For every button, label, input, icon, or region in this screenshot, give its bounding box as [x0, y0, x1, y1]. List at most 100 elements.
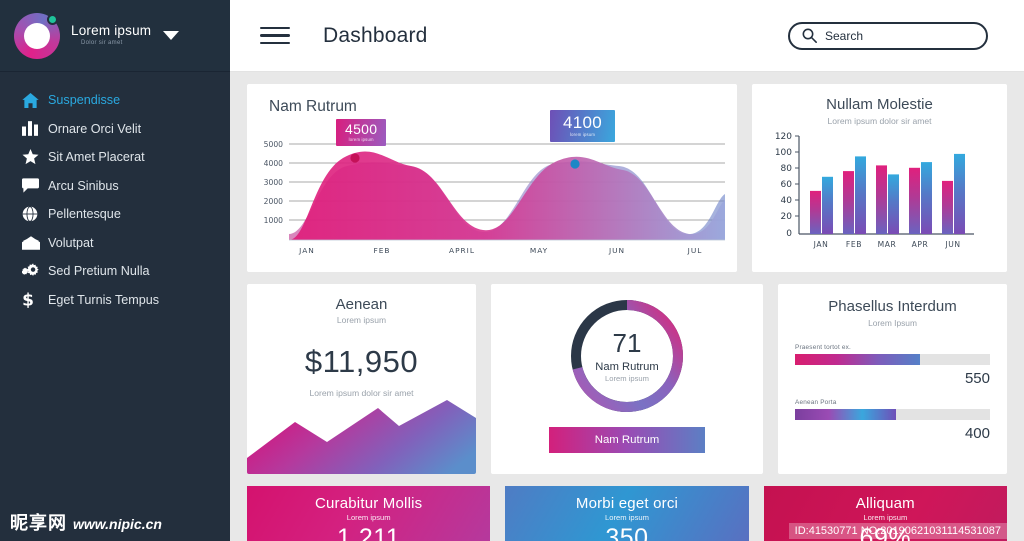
sidebar-item-sit-amet-placerat[interactable]: Sit Amet Placerat [0, 143, 230, 172]
row-stats: Aenean Lorem ipsum $11,950 Lorem ipsum d… [247, 284, 1007, 474]
progress-track [795, 409, 990, 420]
svg-text:MAY: MAY [530, 246, 548, 255]
card-nam-rutrum-donut: 71 Nam Rutrum Lorem ipsum Nam Rutrum [491, 284, 763, 474]
card-title: Phasellus Interdum [828, 298, 957, 315]
card-phasellus-interdum: Phasellus Interdum Lorem Ipsum Praesent … [778, 284, 1007, 474]
svg-text:80: 80 [781, 164, 793, 174]
row-kpis: Curabitur Mollis Lorem ipsum 1,211 Morbi… [247, 486, 1007, 541]
sidebar-item-pellentesque[interactable]: Pellentesque [0, 200, 230, 229]
sidebar-item-ornare-orci-velit[interactable]: Ornare Orci Velit [0, 115, 230, 144]
svg-text:APR: APR [912, 240, 929, 249]
svg-text:JAN: JAN [813, 240, 829, 249]
search-box[interactable] [788, 21, 988, 50]
chat-icon [22, 178, 48, 193]
tooltip-4500: 4500 lorem ipsum [336, 119, 387, 147]
y-axis-labels: 5000 4000 3000 2000 1000 [264, 140, 283, 225]
kpi-card-curabitur-mollis[interactable]: Curabitur Mollis Lorem ipsum 1,211 [247, 486, 491, 541]
brand-subtitle: Dolor sir amet [81, 40, 123, 47]
dashboard-app: Lorem ipsum Dolor sir amet Suspendisse O… [0, 0, 1024, 541]
mountain-chart [247, 400, 476, 474]
svg-text:$: $ [22, 291, 34, 308]
nam-rutrum-button[interactable]: Nam Rutrum [549, 427, 705, 453]
envelope-icon [22, 236, 48, 250]
svg-text:3000: 3000 [264, 178, 283, 187]
progress-value: 550 [964, 370, 990, 387]
svg-text:FEB: FEB [374, 246, 391, 255]
svg-text:100: 100 [775, 148, 792, 158]
svg-text:120: 120 [775, 132, 792, 142]
kpi-subtitle: Lorem ipsum [863, 513, 908, 522]
donut-center-text: 71 Nam Rutrum Lorem ipsum [568, 297, 686, 415]
progress-item: Praesent tortot ex. 550 [795, 344, 990, 387]
svg-text:1000: 1000 [264, 216, 283, 225]
sidebar-item-label: Eget Turnis Tempus [48, 292, 160, 307]
progress-item: Aenean Porta 400 [795, 399, 990, 442]
sidebar-item-sed-pretium-nulla[interactable]: Sed Pretium Nulla [0, 257, 230, 286]
bar-chart-icon [22, 121, 48, 137]
svg-text:JUN: JUN [944, 240, 960, 249]
area-chart: 5000 4000 3000 2000 1000 JAN FEB APRIL M… [247, 110, 737, 267]
x-axis-labels: JAN FEB MAR APR JUN [813, 240, 960, 249]
y-axis-labels: 120 100 80 60 40 20 0 [775, 132, 792, 239]
sidebar-item-eget-turnis-tempus[interactable]: $ Eget Turnis Tempus [0, 286, 230, 315]
tooltip-subtext: lorem ipsum [348, 137, 374, 142]
bars [810, 153, 965, 234]
site-watermark-cn: 昵享网 [10, 513, 67, 534]
sidebar-item-arcu-sinibus[interactable]: Arcu Sinibus [0, 172, 230, 201]
search-icon [802, 28, 817, 43]
card-subtitle: Lorem ipsum [336, 315, 387, 325]
sidebar: Lorem ipsum Dolor sir amet Suspendisse O… [0, 0, 230, 541]
data-point-4500 [350, 153, 360, 163]
brand-title: Lorem ipsum [71, 23, 152, 39]
sidebar-item-label: Sit Amet Placerat [48, 150, 145, 165]
svg-text:4000: 4000 [264, 159, 283, 168]
sidebar-item-suspendisse[interactable]: Suspendisse [0, 86, 230, 115]
donut-chart: 71 Nam Rutrum Lorem ipsum [568, 297, 686, 415]
donut-value: 71 [612, 327, 642, 358]
sidebar-nav: Suspendisse Ornare Orci Velit Sit Amet P… [0, 72, 230, 314]
dashboard-content: Nam Rutrum 5000 4000 3000 2000 1000 JAN … [230, 72, 1024, 541]
progress-fill [795, 409, 897, 420]
star-icon [22, 149, 48, 165]
progress-fill [795, 354, 920, 365]
x-axis-labels: JAN FEB APRIL MAY JUN JUL [298, 246, 703, 255]
kpi-value: 350 [605, 524, 649, 541]
card-title: Aenean [335, 296, 388, 313]
hamburger-icon[interactable] [260, 26, 290, 45]
card-title: Nam Rutrum [269, 98, 357, 115]
main-area: Dashboard Nam Rutrum [230, 0, 1024, 541]
search-input[interactable] [825, 28, 974, 43]
brand-header[interactable]: Lorem ipsum Dolor sir amet [0, 0, 230, 72]
row-charts: Nam Rutrum 5000 4000 3000 2000 1000 JAN … [247, 84, 1007, 272]
sidebar-item-label: Ornare Orci Velit [48, 121, 142, 136]
series-pink [289, 151, 725, 240]
kpi-title: Morbi eget orci [575, 495, 679, 512]
dollar-icon: $ [22, 291, 48, 308]
sidebar-item-volutpat[interactable]: Volutpat [0, 229, 230, 258]
bar-chart-svg: 120 100 80 60 40 20 0 JAN FEB MAR APR JU… [775, 132, 974, 249]
status-dot-icon [47, 13, 58, 25]
mountain-area [247, 400, 476, 474]
tooltip-subtext: lorem ipsum [570, 132, 596, 137]
site-watermark: 昵享网 www.nipic.cn [10, 509, 162, 535]
progress-track [795, 354, 990, 365]
svg-text:0: 0 [786, 229, 792, 239]
kpi-card-morbi-eget-orci[interactable]: Morbi eget orci Lorem ipsum 350 [505, 486, 749, 541]
svg-text:60: 60 [781, 180, 793, 190]
sidebar-item-label: Volutpat [48, 235, 94, 250]
home-icon [22, 92, 48, 108]
card-aenean-money: Aenean Lorem ipsum $11,950 Lorem ipsum d… [247, 284, 476, 474]
kpi-subtitle: Lorem ipsum [605, 513, 649, 522]
svg-text:5000: 5000 [264, 140, 283, 149]
card-nullam-molestie-bars: Nullam Molestie Lorem ipsum dolor sir am… [752, 84, 1007, 272]
chevron-down-icon[interactable] [163, 31, 180, 40]
svg-text:JAN: JAN [298, 246, 315, 255]
svg-text:40: 40 [781, 196, 793, 206]
svg-text:JUL: JUL [687, 246, 703, 255]
donut-label: Nam Rutrum [595, 360, 659, 373]
kpi-subtitle: Lorem ipsum [346, 513, 391, 522]
kpi-card-alliquam[interactable]: Alliquam Lorem ipsum 69% ID:41530771 NO:… [763, 486, 1007, 541]
page-title: Dashboard [323, 23, 428, 47]
data-point-4100 [570, 159, 580, 169]
globe-icon [22, 206, 48, 223]
